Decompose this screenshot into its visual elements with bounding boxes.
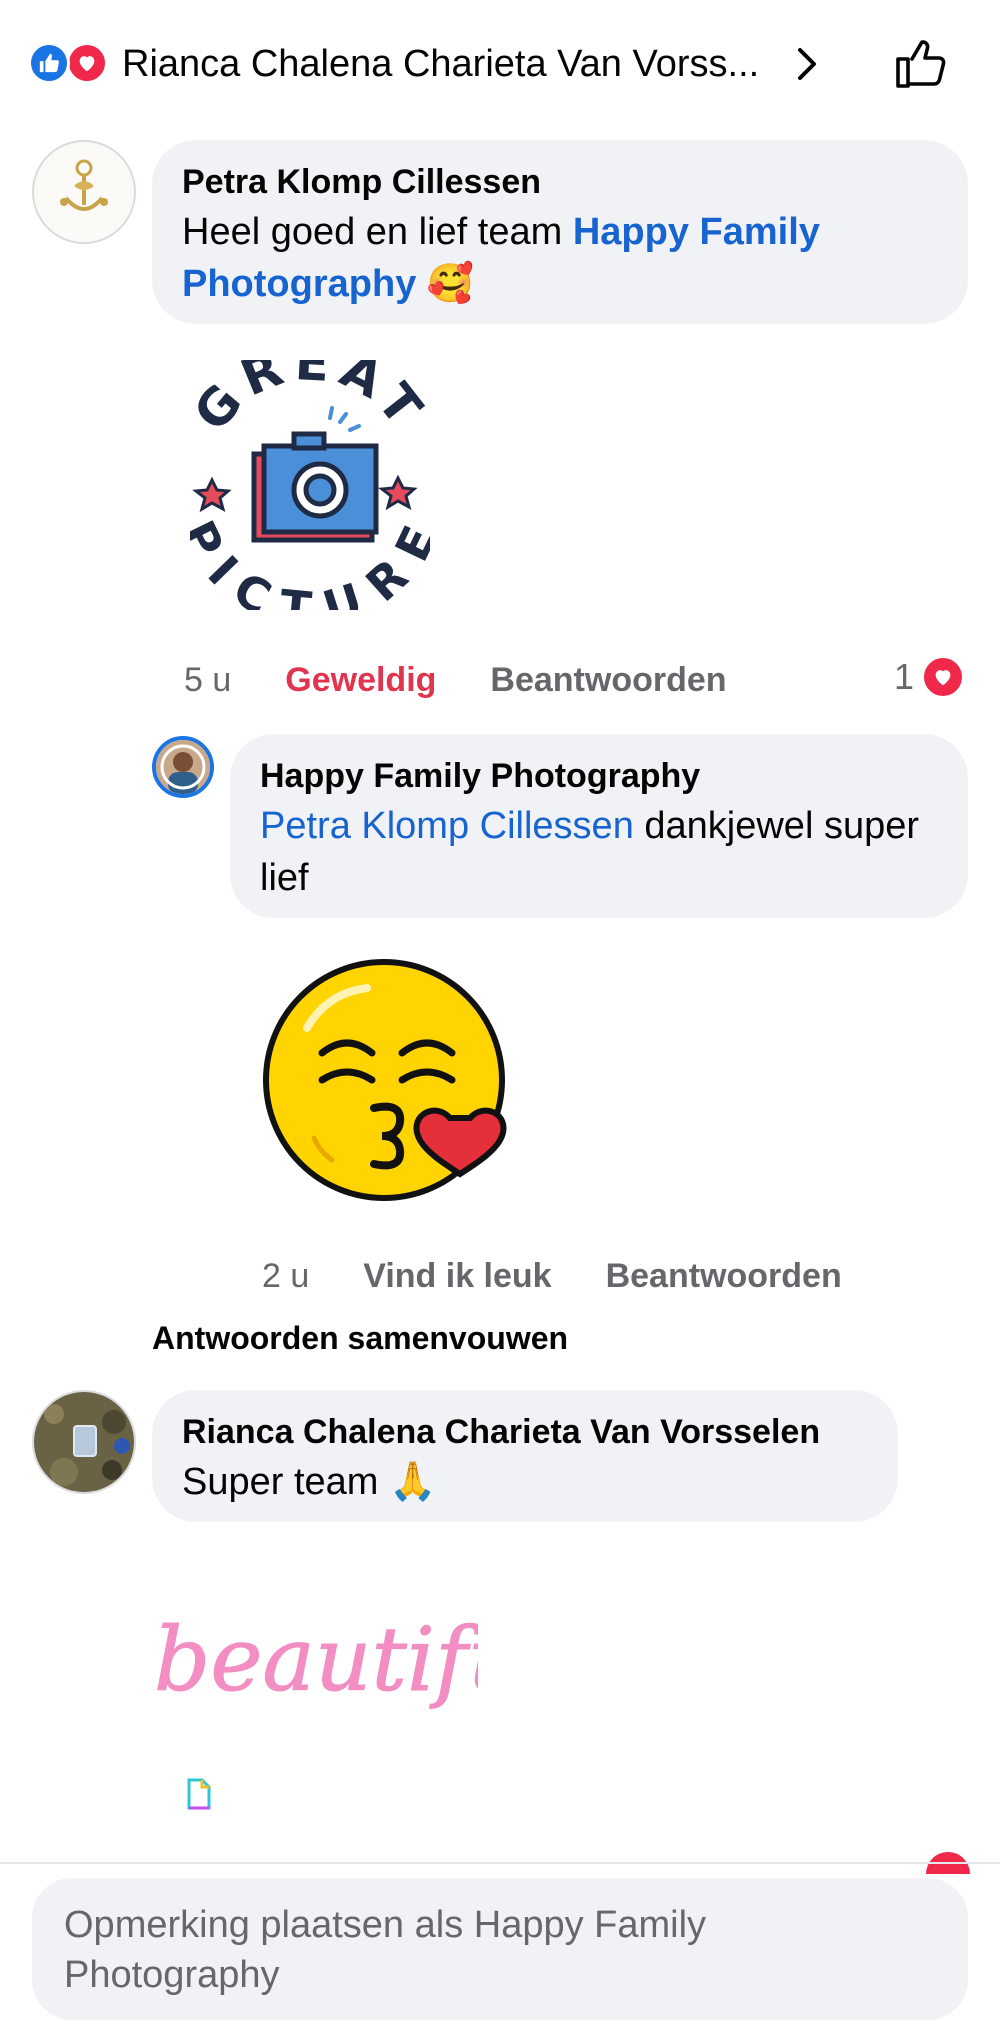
collapse-replies-link[interactable]: Antwoorden samenvouwen [152,1320,568,1357]
reply-button[interactable]: Beantwoorden [606,1254,842,1298]
reaction-count-value: 1 [894,656,915,697]
comment-input[interactable] [64,1900,924,2000]
great-picture-sticker: GREAT PICTURE [171,333,444,636]
reactors-title[interactable]: Rianca Chalena Charieta Van Vorss... [122,39,772,89]
comment-bubble: Petra Klomp Cillessen Heel goed en lief … [152,140,968,324]
comment-actions: 5 u Geweldig Beantwoorden [184,658,781,702]
comment-composer[interactable] [32,1878,968,2020]
sticker-text-top: GREAT [190,360,430,442]
comments-header: Rianca Chalena Charieta Van Vorss... [0,0,1000,125]
mention-link[interactable]: Petra Klomp Cillessen [260,805,634,847]
comment-text: Super team 🙏 [182,1461,437,1503]
comment-author[interactable]: Petra Klomp Cillessen [182,158,938,206]
comment-author[interactable]: Rianca Chalena Charieta Van Vorsselen [182,1408,868,1456]
avatar[interactable] [32,140,136,244]
reactions-summary[interactable] [28,42,114,84]
comment-time: 2 u [262,1257,310,1295]
love-icon [922,656,965,698]
sticker-text: beautiful [154,1608,478,1711]
comment-author[interactable]: Happy Family Photography [260,752,938,800]
beautiful-sticker: beautiful [148,1590,553,1760]
chevron-right-icon[interactable] [786,44,826,84]
avatar[interactable] [152,736,214,798]
comment-text: Heel goed en lief team Happy Family Phot… [182,206,938,310]
composer-divider [0,1862,1000,1864]
love-icon [66,42,108,84]
comment-text-prefix: Heel goed en lief team [182,211,573,253]
comment-text-suffix: 🥰 [416,263,475,305]
reaction-count[interactable]: 1 [894,656,965,698]
reaction-button[interactable]: Geweldig [285,658,436,702]
kiss-face-sticker [262,958,512,1208]
comment-actions: 2 u Vind ik leuk Beantwoorden [262,1254,896,1298]
comment-time: 5 u [184,661,232,699]
like-icon [28,42,70,84]
file-icon [186,1778,212,1810]
comment-bubble: Rianca Chalena Charieta Van Vorsselen Su… [152,1390,898,1522]
comment-text: Petra Klomp Cillessen dankjewel super li… [260,800,938,904]
like-button[interactable]: Vind ik leuk [363,1254,551,1298]
thumbs-up-icon[interactable] [892,34,950,92]
reply-button[interactable]: Beantwoorden [490,658,726,702]
comment-bubble: Happy Family Photography Petra Klomp Cil… [230,734,968,918]
avatar[interactable] [32,1390,136,1494]
